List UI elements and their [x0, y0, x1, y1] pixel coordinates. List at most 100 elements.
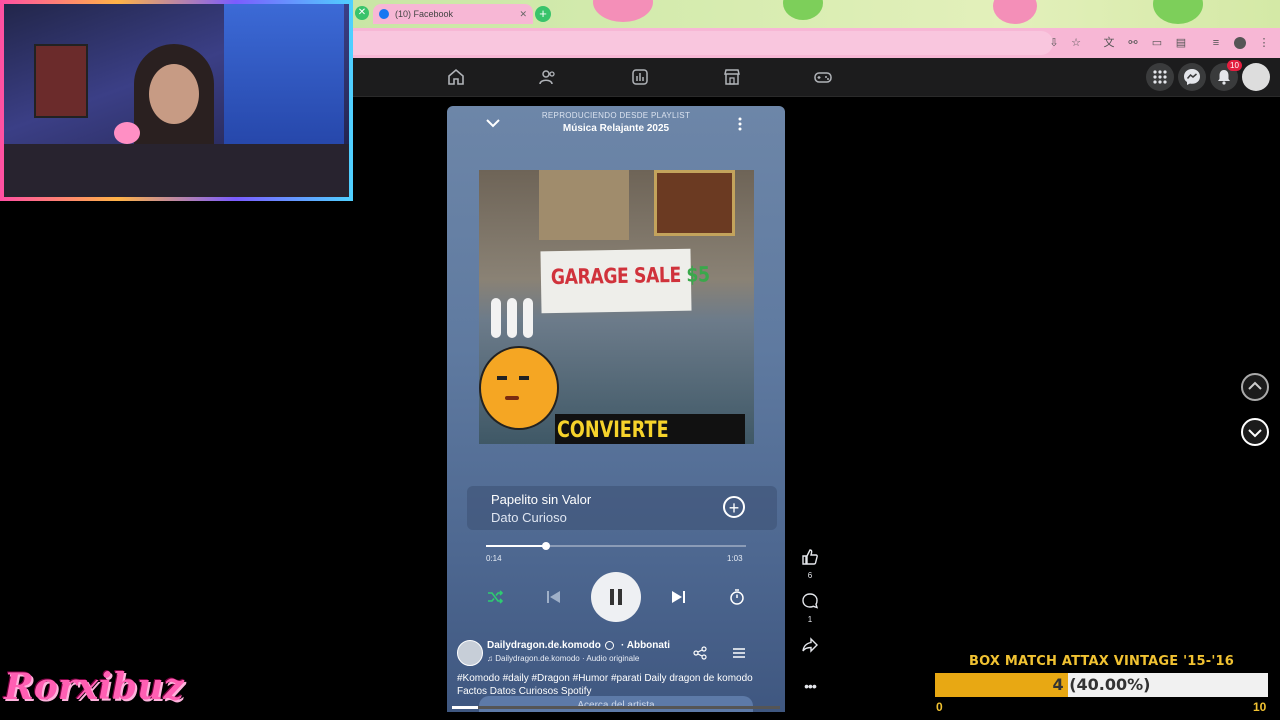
playlist-name: Música Relajante 2025 [562, 123, 670, 134]
streamer-name-logo: Rorxibuz [4, 666, 184, 708]
tab-close-icon[interactable]: ✕ [519, 9, 527, 20]
friends-icon[interactable] [537, 66, 559, 88]
playback-progress-handle[interactable] [541, 542, 550, 550]
share-arrow-icon [802, 637, 818, 653]
bookmark-star-icon[interactable]: ☆ [1070, 37, 1082, 49]
sale-sign-text: GARAGE SALE $5 [551, 262, 710, 289]
facebook-top-nav: 10 [353, 58, 1280, 97]
menu-grid-icon[interactable] [1146, 63, 1174, 91]
chevron-up-icon [1248, 381, 1262, 390]
decorative-smiley [593, 0, 653, 22]
audio-source-text: Dailydragon.de.komodo · Audio originale [495, 654, 640, 663]
cover-caption: CONVIERTE [557, 418, 669, 443]
webcam-desk [4, 144, 349, 197]
like-icon [802, 549, 818, 565]
gaming-icon[interactable] [812, 66, 834, 88]
playing-from-label: REPRODUCIENDO DESDE PLAYLIST [541, 111, 691, 120]
comment-button[interactable]: 1 [798, 592, 822, 624]
decorative-smiley [993, 0, 1037, 24]
reel-metadata: Dailydragon.de.komodo · Abbonati ♫ Daily… [447, 636, 785, 712]
sale-sign-price: $5 [686, 262, 710, 287]
cartoon-mouth [505, 396, 519, 400]
webcam-face [149, 64, 199, 124]
verified-icon [605, 641, 614, 650]
chevron-down-icon [1248, 429, 1262, 438]
decorative-smiley [783, 0, 823, 20]
microphone-icon [114, 122, 140, 144]
playback-progress-fill [486, 545, 546, 547]
box-match-title: BOX MATCH ATTAX VINTAGE '15-'16 [968, 654, 1235, 669]
share-button[interactable] [798, 636, 822, 659]
facebook-favicon-icon [379, 9, 389, 19]
translate-icon[interactable]: 文 [1103, 37, 1115, 49]
browser-tab-bar: ✕ (10) Facebook ✕ + [353, 0, 1280, 28]
account-avatar[interactable] [1242, 63, 1270, 91]
bowling-pins [491, 298, 501, 338]
album-cover: GARAGE SALE $5 CONVIERTE [479, 170, 754, 444]
messenger-icon[interactable] [1178, 63, 1206, 91]
sidebar-icon[interactable]: ▭ [1151, 37, 1163, 49]
previous-track-icon[interactable] [544, 588, 562, 606]
reel-progress-bar[interactable] [452, 706, 780, 709]
author-avatar[interactable] [457, 640, 483, 666]
cover-box [539, 170, 629, 240]
sleep-timer-icon[interactable] [728, 588, 746, 606]
kebab-menu-icon[interactable]: ⋮ [1258, 37, 1270, 49]
next-reel-button[interactable] [1241, 418, 1269, 446]
webcam-poster [34, 44, 88, 118]
video-icon[interactable] [629, 66, 651, 88]
reel-description: #Komodo #daily #Dragon #Humor #parati Da… [457, 673, 753, 697]
queue-icon[interactable] [732, 646, 746, 660]
about-artist-button[interactable]: Acerca del artista [479, 696, 753, 712]
more-options-icon[interactable] [737, 116, 743, 132]
marketplace-icon[interactable] [721, 66, 743, 88]
previous-reel-button[interactable] [1241, 373, 1269, 401]
home-icon[interactable] [445, 66, 467, 88]
notification-badge: 10 [1227, 60, 1242, 71]
time-total: 1:03 [727, 554, 743, 563]
box-match-progress-bar: 4 (40.00%) [935, 673, 1268, 697]
webcam-curtain [224, 4, 344, 154]
box-match-progress-label: 4 (40.00%) [1052, 675, 1151, 694]
close-icon[interactable]: ✕ [355, 6, 369, 20]
box-match-max: 10 [1253, 700, 1267, 714]
add-to-library-button[interactable]: + [723, 496, 745, 518]
like-count: 6 [807, 571, 813, 580]
comment-icon [802, 593, 819, 609]
new-tab-icon[interactable]: + [535, 6, 551, 22]
comment-count: 1 [807, 615, 813, 624]
more-actions-icon[interactable]: ••• [798, 678, 822, 694]
reel-video[interactable]: REPRODUCIENDO DESDE PLAYLIST Música Rela… [447, 106, 785, 712]
menu-lines-icon[interactable]: ≡ [1210, 37, 1222, 49]
cartoon-character [479, 346, 559, 430]
track-artist: Dato Curioso [491, 510, 567, 525]
webcam-overlay [0, 0, 353, 201]
address-bar: ⇩ ☆ 文 ⚯ ▭ ▤ ≡ ⋮ [353, 28, 1280, 58]
cover-painting [654, 170, 735, 236]
tab-title: (10) Facebook [395, 9, 454, 19]
install-icon[interactable]: ⇩ [1048, 37, 1060, 49]
shuffle-icon[interactable] [486, 588, 504, 606]
tab-facebook[interactable]: (10) Facebook ✕ [373, 4, 533, 24]
cartoon-eye [519, 376, 529, 380]
reel-progress-fill [452, 706, 479, 709]
pause-button[interactable] [591, 572, 641, 622]
next-track-icon[interactable] [670, 588, 688, 606]
playback-progress-bar[interactable] [486, 542, 746, 550]
garage-sale-sign: GARAGE SALE $5 [540, 248, 710, 314]
url-field[interactable] [353, 31, 1053, 55]
cartoon-eye [497, 376, 507, 380]
link-icon[interactable]: ⚯ [1127, 37, 1139, 49]
profile-icon[interactable] [1234, 37, 1246, 49]
box-match-min: 0 [936, 700, 943, 714]
track-title: Papelito sin Valor [491, 492, 592, 507]
follow-link[interactable]: · Abbonati [621, 640, 670, 651]
pause-icon [610, 589, 622, 605]
audio-source[interactable]: ♫ Dailydragon.de.komodo · Audio original… [487, 654, 639, 663]
like-button[interactable]: 6 [798, 548, 822, 580]
extension-icon[interactable]: ▤ [1175, 37, 1187, 49]
playlist-header: REPRODUCIENDO DESDE PLAYLIST Música Rela… [447, 111, 785, 134]
author-name[interactable]: Dailydragon.de.komodo [487, 640, 601, 651]
decorative-smiley [1153, 0, 1203, 24]
share-icon[interactable] [693, 646, 707, 660]
